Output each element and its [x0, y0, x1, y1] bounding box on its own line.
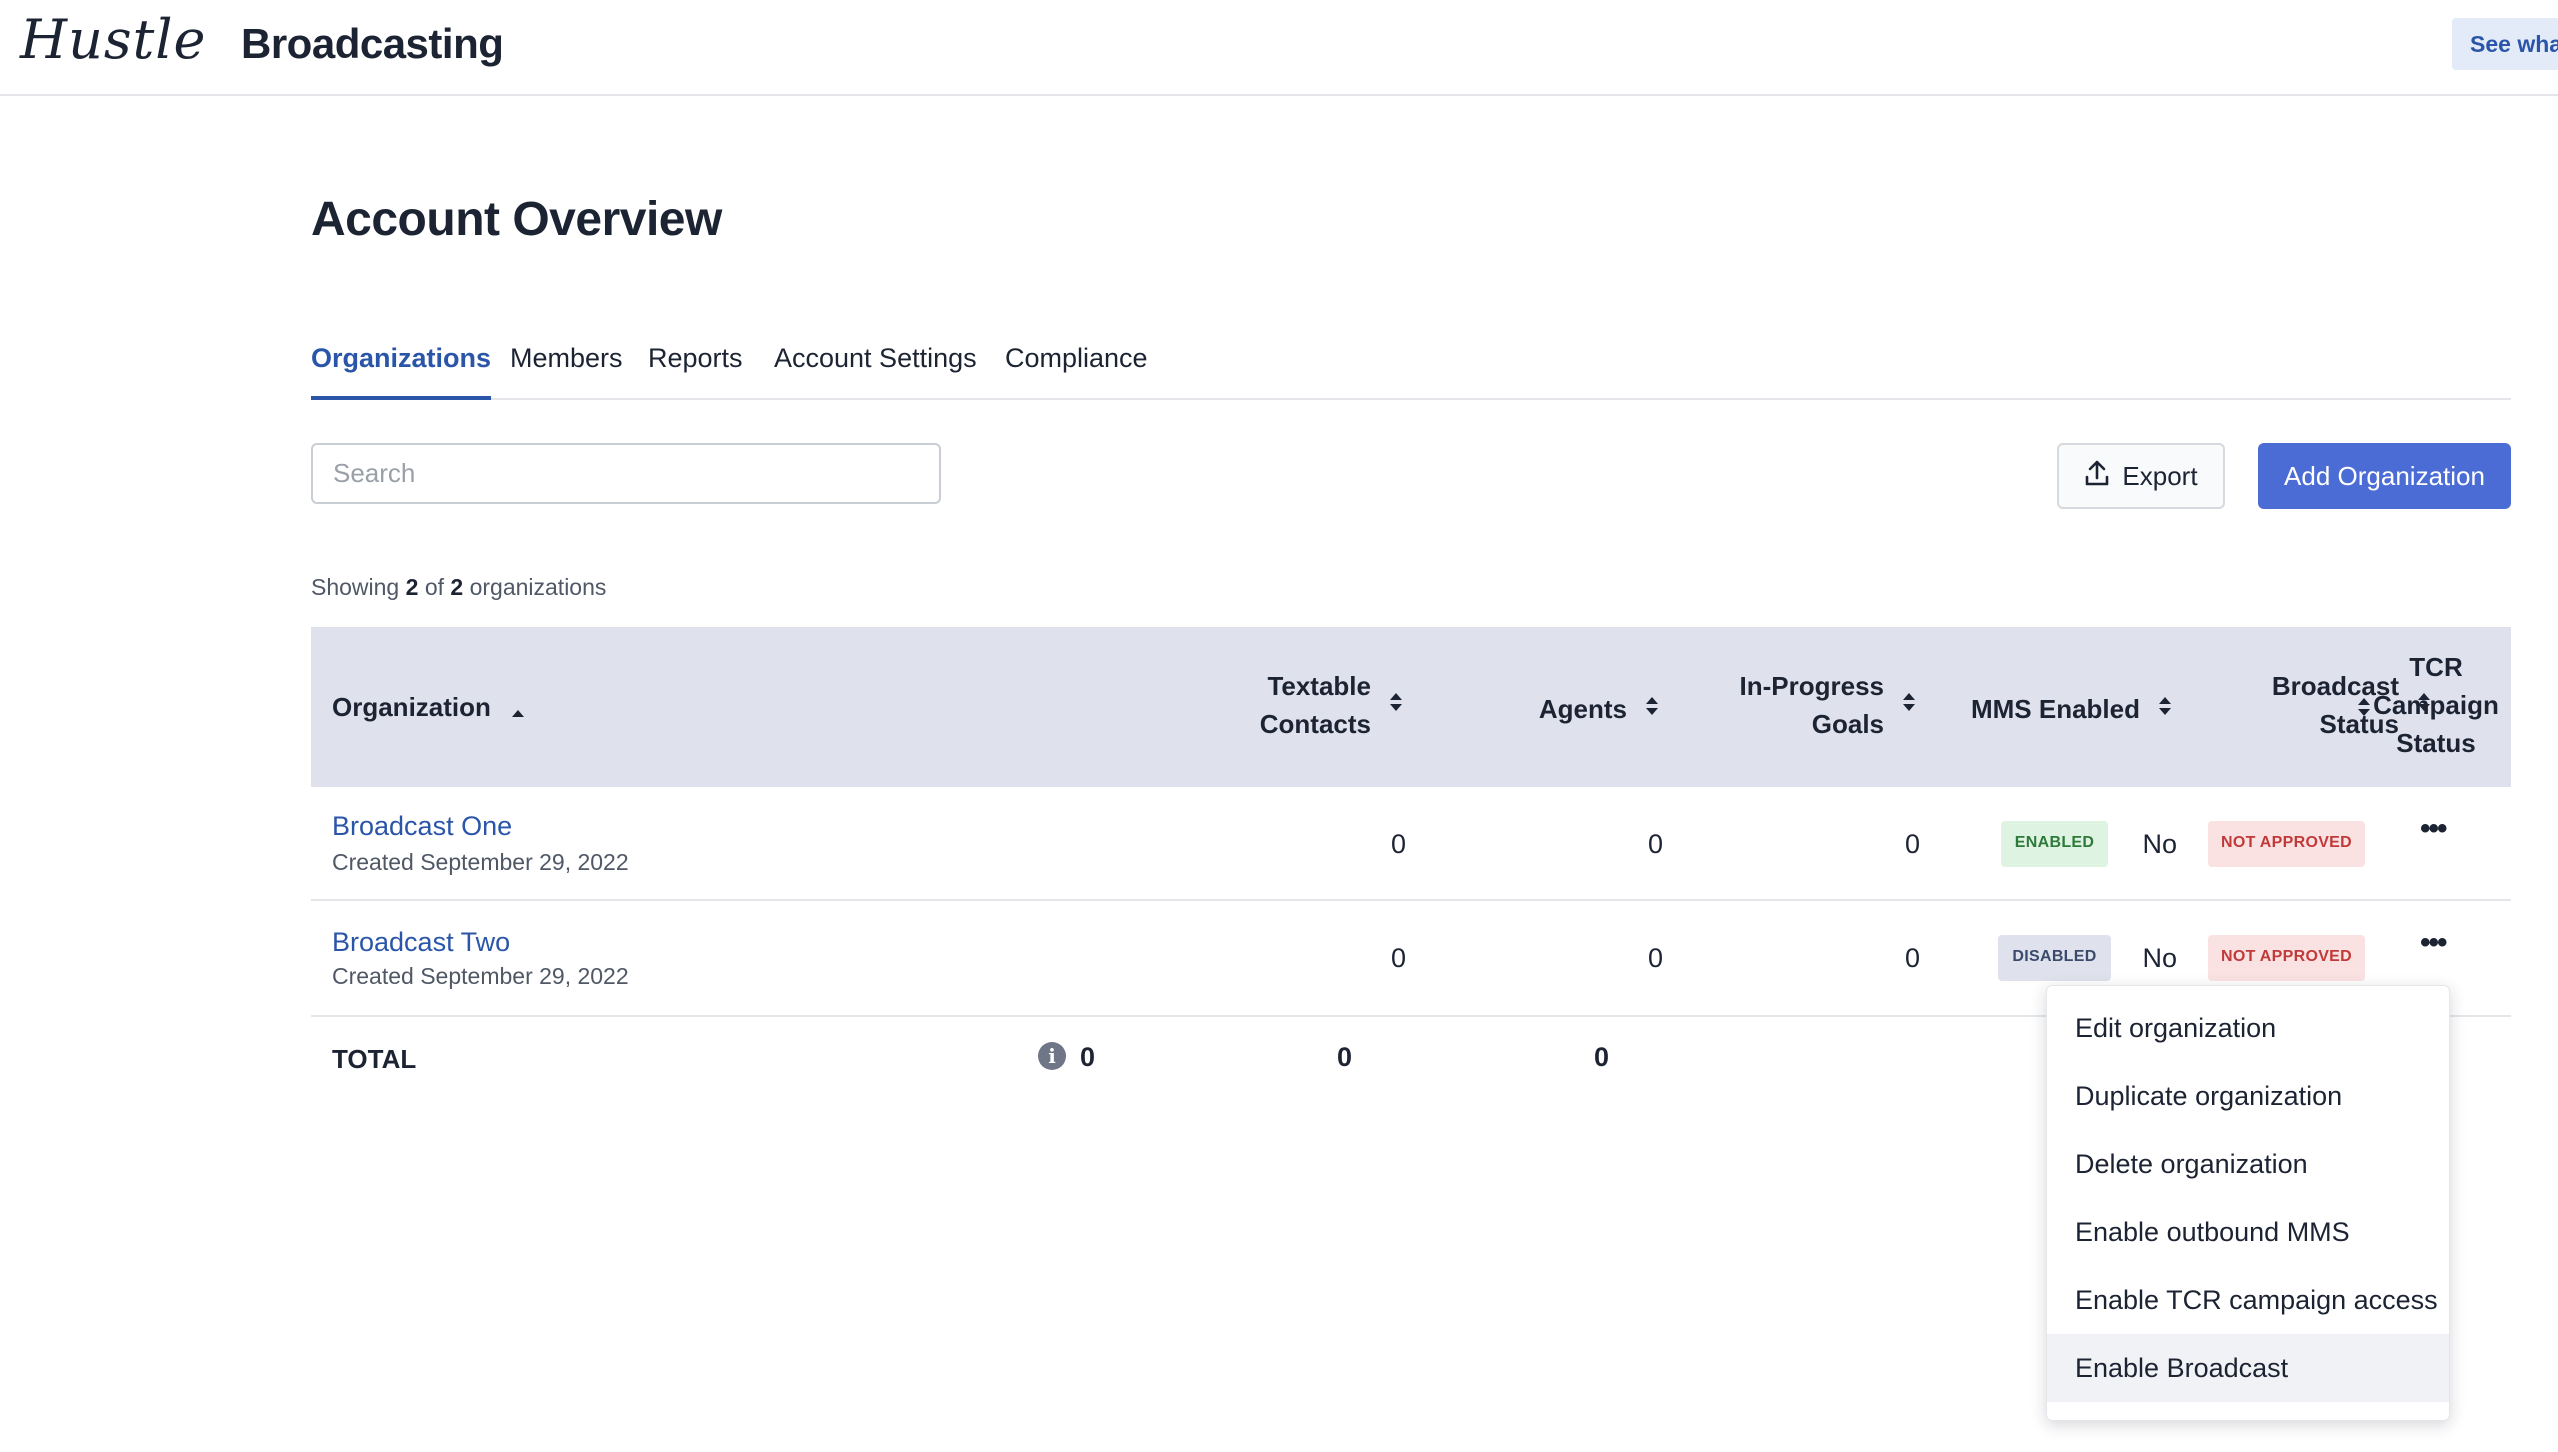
menu-item-enable-broadcast[interactable]: Enable Broadcast [2047, 1334, 2449, 1402]
tab-organizations[interactable]: Organizations [311, 336, 492, 400]
sort-ascending-icon [510, 690, 526, 728]
created-date: Created September 29, 2022 [332, 963, 629, 989]
menu-item-enable-outbound-mms[interactable]: Enable outbound MMS [2047, 1198, 2449, 1266]
upload-icon [2084, 459, 2110, 494]
table-header: Organization Textable Contacts Agents In-… [311, 627, 2511, 787]
add-organization-button[interactable]: Add Organization [2258, 443, 2511, 509]
sort-icon [2356, 695, 2372, 724]
hustle-logo[interactable]: Hustle [20, 8, 207, 71]
account-tabs: Organizations Members Reports Account Se… [311, 336, 2511, 400]
more-options-icon[interactable]: ••• [2420, 814, 2447, 844]
organization-link[interactable]: Broadcast One [332, 811, 512, 842]
export-label: Export [2122, 460, 2198, 491]
total-agents: 0 [1336, 1042, 1352, 1072]
top-header: Hustle Broadcasting See wha [0, 0, 2558, 96]
menu-item-delete-organization[interactable]: Delete organization [2047, 1130, 2449, 1198]
column-header-tcr-campaign-status[interactable]: TCR Campaign Status [2211, 648, 2558, 762]
app-title: Broadcasting [241, 20, 504, 67]
mms-enabled-value: No [2142, 829, 2177, 859]
export-button[interactable]: Export [2057, 443, 2225, 509]
search-input[interactable] [311, 443, 941, 504]
tab-compliance[interactable]: Compliance [1005, 336, 1148, 398]
row-actions-menu: Edit organization Duplicate organization… [2046, 985, 2450, 1421]
see-whats-new-button[interactable]: See wha [2452, 18, 2558, 70]
page-title: Account Overview [311, 193, 722, 246]
mms-enabled-value: No [2142, 943, 2177, 973]
broadcast-status-badge: ENABLED [2001, 821, 2108, 867]
menu-item-duplicate-organization[interactable]: Duplicate organization [2047, 1062, 2449, 1130]
tcr-status-badge: NOT APPROVED [2208, 821, 2365, 867]
column-header-organization[interactable]: Organization [332, 688, 526, 728]
menu-item-enable-tcr-campaign-access[interactable]: Enable TCR campaign access [2047, 1266, 2449, 1334]
created-date: Created September 29, 2022 [332, 849, 629, 875]
tcr-status-badge: NOT APPROVED [2208, 935, 2365, 981]
tab-account-settings[interactable]: Account Settings [774, 336, 977, 398]
total-textable-contacts: 0 [1079, 1042, 1095, 1072]
table-row: Broadcast One Created September 29, 2022… [311, 787, 2511, 901]
broadcast-status-badge: DISABLED [1998, 935, 2111, 981]
showing-count: Showing 2 of 2 organizations [311, 574, 607, 600]
total-goals: 0 [1593, 1042, 1609, 1072]
tab-reports[interactable]: Reports [648, 336, 743, 398]
organization-link[interactable]: Broadcast Two [332, 927, 510, 958]
menu-item-edit-organization[interactable]: Edit organization [2047, 994, 2449, 1062]
tab-members[interactable]: Members [510, 336, 623, 398]
column-header-agents[interactable]: Agents [1211, 688, 1660, 728]
total-label: TOTAL [332, 1044, 417, 1074]
more-options-icon[interactable]: ••• [2420, 928, 2447, 958]
